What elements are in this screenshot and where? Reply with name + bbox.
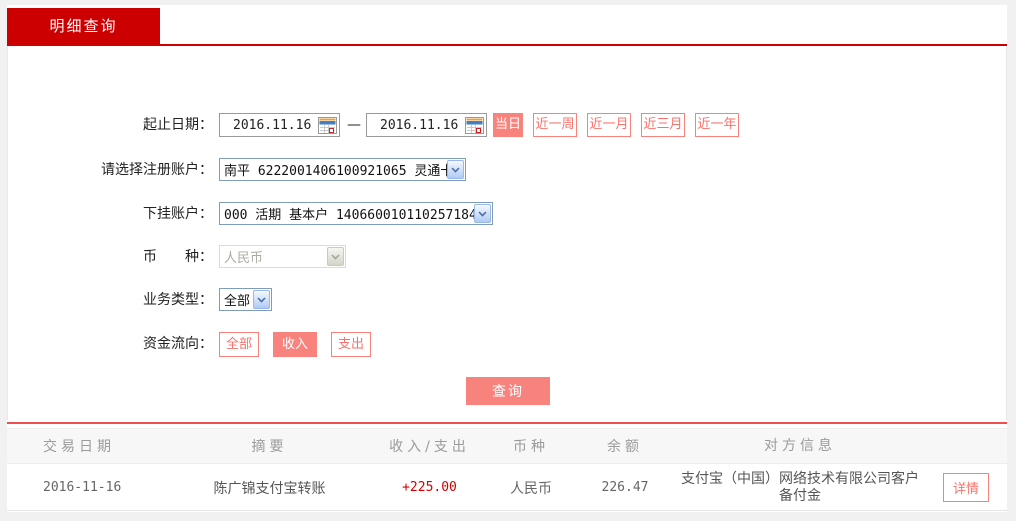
fund-flow-income-button[interactable]: 收入: [273, 332, 317, 357]
start-date-input[interactable]: 2016.11.16: [219, 113, 340, 137]
chevron-down-icon[interactable]: [474, 204, 491, 223]
cell-summary: 陈广锦支付宝转账: [213, 480, 326, 497]
start-date-value: 2016.11.16: [233, 117, 312, 133]
cell-balance: 226.47: [601, 480, 649, 495]
header-trade-date: 交易日期: [43, 439, 115, 455]
quick-range-month-button[interactable]: 近一月: [587, 113, 631, 137]
calendar-icon[interactable]: [465, 117, 484, 138]
header-counterparty: 对方信息: [764, 437, 836, 454]
business-type-value: 全部: [224, 294, 251, 309]
cell-counterparty: 支付宝（中国）网络技术有限公司客户备付金: [681, 470, 919, 504]
register-account-label: 请选择注册账户：: [101, 162, 213, 178]
detail-button[interactable]: 详情: [942, 473, 989, 502]
date-range-separator: —: [347, 117, 361, 133]
chevron-down-icon[interactable]: [447, 160, 464, 179]
cell-amount: +225.00: [402, 480, 457, 495]
business-type-select[interactable]: 全部: [219, 288, 272, 311]
table-row: 2016-11-16 陈广锦支付宝转账 +225.00 人民币 226.47 支…: [7, 465, 1007, 511]
table-header-row: 交易日期 摘要 收入/支出 币种 余额 对方信息: [7, 428, 1007, 464]
fund-flow-expense-button[interactable]: 支出: [331, 332, 371, 357]
sub-account-label: 下挂账户：: [143, 206, 213, 222]
fund-flow-all-button[interactable]: 全部: [219, 332, 259, 357]
quick-range-week-button[interactable]: 近一周: [533, 113, 577, 137]
calendar-icon[interactable]: [318, 117, 337, 138]
end-date-input[interactable]: 2016.11.16: [366, 113, 487, 137]
header-currency: 币种: [513, 439, 549, 455]
tab-detail-query[interactable]: 明细查询: [7, 8, 160, 44]
end-date-value: 2016.11.16: [380, 117, 459, 133]
sub-account-select[interactable]: 000 活期 基本户 1406600101102571848: [219, 202, 493, 225]
quick-range-today-button[interactable]: 当日: [493, 113, 523, 137]
currency-select: 人民币: [219, 245, 346, 268]
fund-flow-label: 资金流向：: [143, 336, 213, 352]
quick-range-year-button[interactable]: 近一年: [695, 113, 739, 137]
quick-range-quarter-button[interactable]: 近三月: [641, 113, 685, 137]
query-form: 起止日期： 2016.11.16 — 2016.11.16 当日 近一周 近一月…: [7, 46, 1007, 458]
register-account-select[interactable]: 南平 6222001406100921065 灵通卡: [219, 158, 466, 181]
cell-currency: 人民币: [510, 480, 552, 497]
currency-value: 人民币: [224, 251, 264, 266]
cell-trade-date: 2016-11-16: [43, 480, 122, 495]
currency-label: 币 种：: [143, 249, 213, 265]
header-income-expense: 收入/支出: [389, 439, 470, 455]
table-top-divider: [7, 422, 1007, 424]
chevron-down-icon[interactable]: [253, 290, 270, 309]
business-type-label: 业务类型：: [143, 292, 213, 308]
query-button[interactable]: 查询: [466, 377, 550, 405]
register-account-value: 南平 6222001406100921065 灵通卡: [224, 164, 454, 179]
content-panel: 明细查询 起止日期： 2016.11.16 — 2016.11.16 当日 近一…: [7, 5, 1007, 512]
header-summary: 摘要: [251, 439, 288, 455]
sub-account-value: 000 活期 基本户 1406600101102571848: [224, 208, 485, 223]
header-balance: 余额: [607, 439, 643, 455]
date-range-label: 起止日期：: [143, 117, 213, 133]
chevron-down-icon: [327, 247, 344, 266]
